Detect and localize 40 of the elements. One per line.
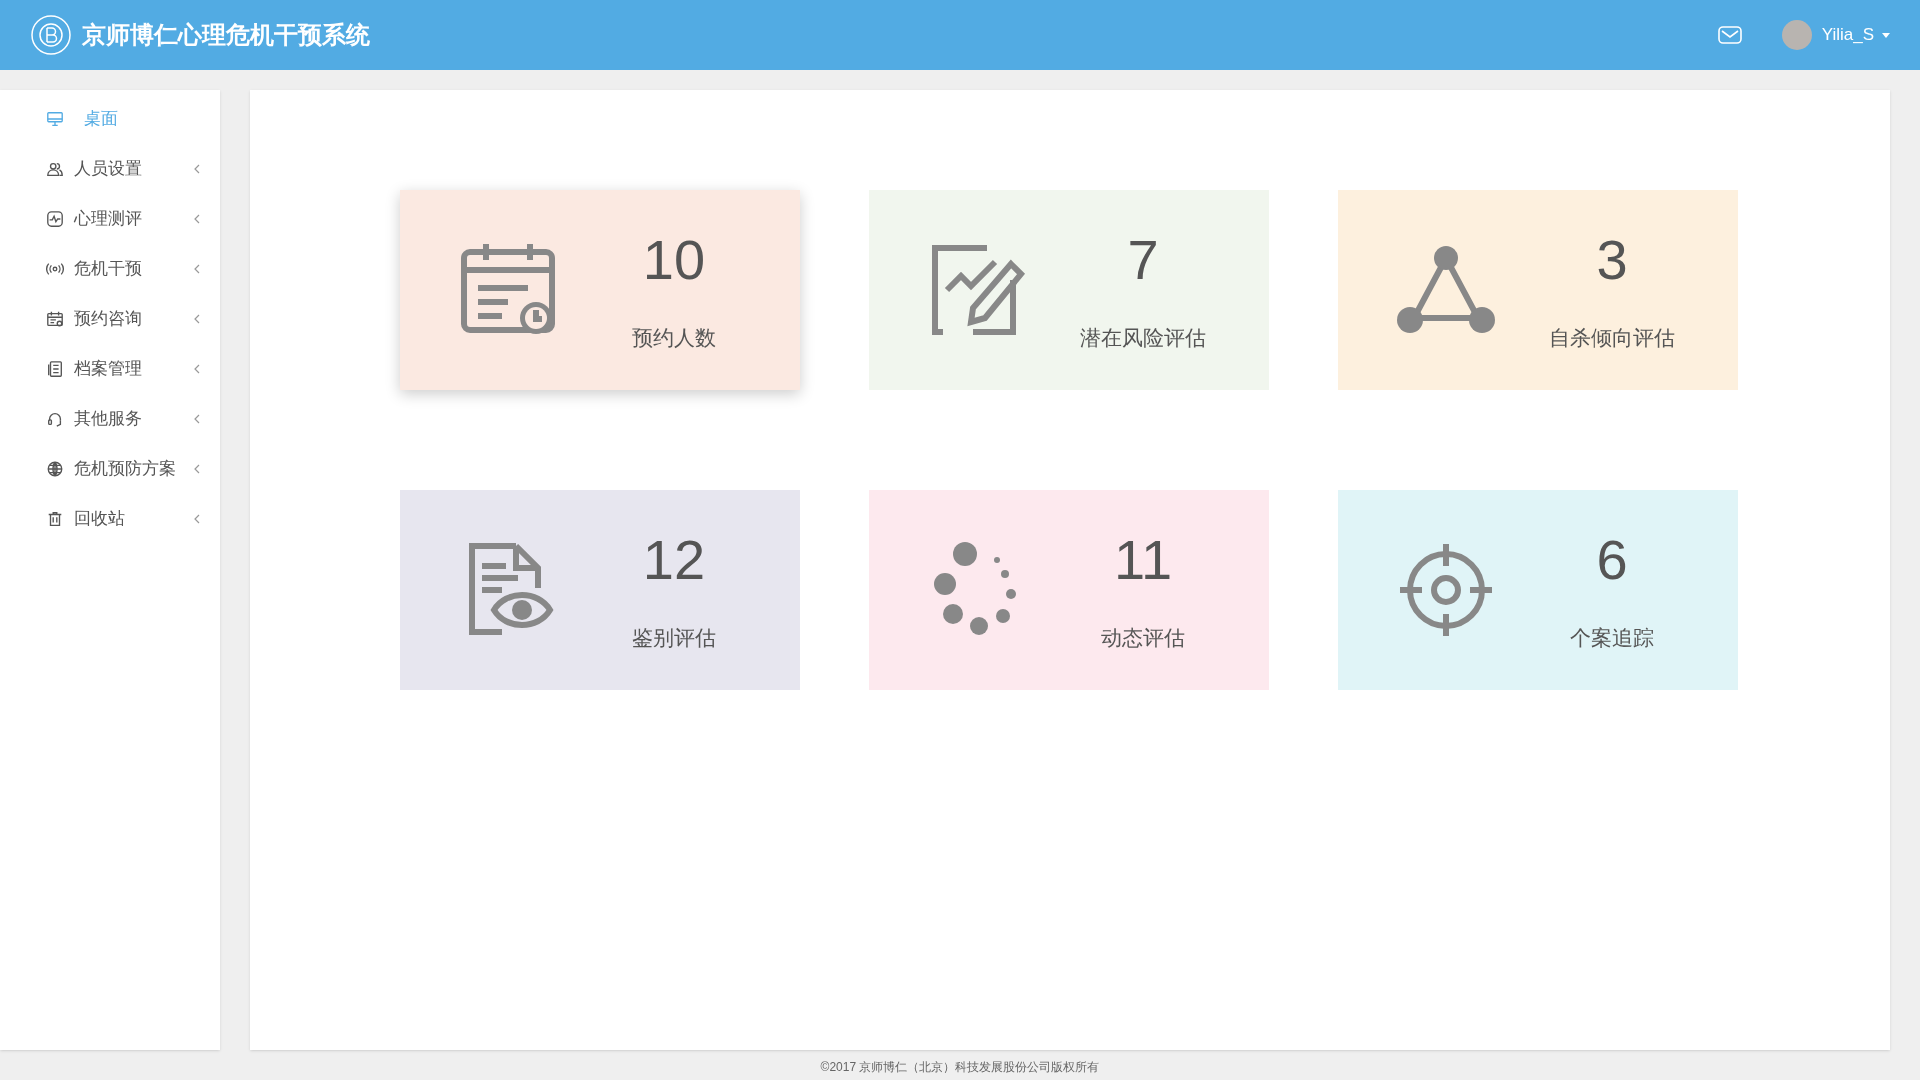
calendar-icon (46, 310, 64, 328)
card-label: 个案追踪 (1570, 625, 1654, 652)
copyright-text: ©2017 京师博仁（北京）科技发展股份公司版权所有 (819, 1059, 1101, 1076)
count-value: 7 (1127, 232, 1159, 289)
count-value: 10 (642, 232, 706, 289)
card-label: 潜在风险评估 (1080, 325, 1206, 352)
sidebar-item[interactable]: 心理测评 (0, 194, 220, 244)
file-icon (46, 360, 64, 378)
card-label: 动态评估 (1101, 625, 1185, 652)
stat-card[interactable]: 11 动态评估 (869, 490, 1269, 690)
stat-card[interactable]: 12 鉴别评估 (400, 490, 800, 690)
sidebar-item[interactable]: 其他服务 (0, 394, 220, 444)
headset-icon (46, 410, 64, 428)
sidebar-item[interactable]: 人员设置 (0, 144, 220, 194)
sidebar-item[interactable]: 预约咨询 (0, 294, 220, 344)
stat-card[interactable]: 3 自杀倾向评估 (1338, 190, 1738, 390)
signal-icon (46, 260, 64, 278)
sidebar-item[interactable]: 危机预防方案 (0, 444, 220, 494)
card-label: 自杀倾向评估 (1549, 325, 1675, 352)
trash-icon (46, 510, 64, 528)
caret-icon (1882, 32, 1890, 38)
card-label: 鉴别评估 (632, 625, 716, 652)
count-value: 3 (1596, 232, 1628, 289)
monitor-icon (46, 110, 64, 128)
stat-card[interactable]: 6 个案追踪 (1338, 490, 1738, 690)
pulse-icon (46, 210, 64, 228)
globe-icon (46, 460, 64, 478)
count-value: 12 (642, 532, 706, 589)
stat-card[interactable]: 7 潜在风险评估 (869, 190, 1269, 390)
sidebar-item[interactable]: 档案管理 (0, 344, 220, 394)
people-icon (46, 160, 64, 178)
sidebar-item[interactable]: 危机干预 (0, 244, 220, 294)
count-value: 11 (1113, 532, 1173, 589)
sidebar-item[interactable]: 回收站 (0, 494, 220, 544)
count-value: 6 (1596, 532, 1628, 589)
app-title: 京师博仁心理危机干预系统 (82, 20, 370, 50)
stat-card[interactable]: 10 预约人数 (400, 190, 800, 390)
logo-icon (30, 14, 72, 56)
card-label: 预约人数 (632, 325, 716, 352)
mail-icon[interactable] (1717, 26, 1742, 44)
